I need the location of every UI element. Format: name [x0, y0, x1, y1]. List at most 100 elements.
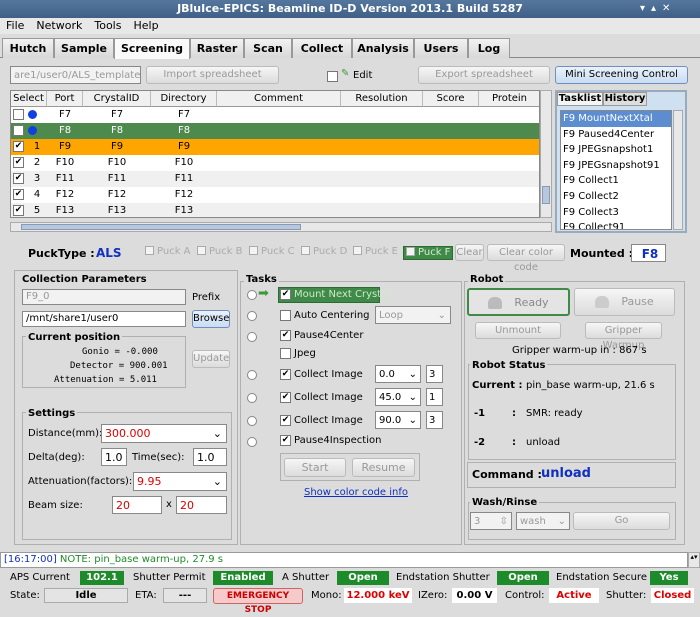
col-comment[interactable]: Comment: [217, 91, 341, 107]
log-scrollbar[interactable]: ▴▾: [688, 552, 700, 568]
select-checkbox[interactable]: ✔: [13, 205, 24, 216]
collect-checkbox[interactable]: ✔: [280, 369, 291, 380]
time-field[interactable]: 1.0: [193, 448, 227, 466]
menu-network[interactable]: Network: [30, 18, 88, 34]
tasklist-scrollbar[interactable]: [673, 110, 683, 230]
table-row[interactable]: ✔ 5 F13 F13 F13: [11, 203, 539, 217]
menu-help[interactable]: Help: [127, 18, 164, 34]
table-row[interactable]: ✔ 4 F12 F12 F12: [11, 187, 539, 203]
collect-angle-select[interactable]: 45.0 ⌄: [375, 388, 421, 406]
tasklist-item[interactable]: F9 JPEGsnapshot91: [561, 158, 671, 174]
mount-radio[interactable]: [247, 290, 257, 300]
delta-field[interactable]: 1.0: [101, 448, 127, 466]
tasklist-item[interactable]: F9 Collect3: [561, 205, 671, 221]
select-checkbox[interactable]: ✔: [13, 157, 24, 168]
table-row[interactable]: ✔ 1 F9 F9 F9: [11, 139, 539, 155]
spreadsheet-path-field[interactable]: are1/user0/ALS_template.xls: [10, 66, 141, 84]
collect-checkbox[interactable]: ✔: [280, 415, 291, 426]
pause4inspection-radio[interactable]: [247, 437, 257, 447]
tasklist-item[interactable]: F9 Paused4Center: [561, 127, 671, 143]
collect-count-spinner[interactable]: 3: [426, 411, 443, 429]
collect-radio[interactable]: [247, 370, 257, 380]
collect-count-spinner[interactable]: 3: [426, 365, 443, 383]
col-port[interactable]: Port: [47, 91, 83, 107]
tab-collect[interactable]: Collect: [292, 38, 352, 58]
puck-f-checkbox[interactable]: Puck F: [403, 246, 454, 260]
edit-checkbox[interactable]: [327, 71, 338, 82]
select-checkbox[interactable]: ✔: [13, 189, 24, 200]
select-checkbox[interactable]: ✔: [13, 141, 24, 152]
start-button[interactable]: Start: [284, 458, 346, 477]
tasklist-item[interactable]: F9 Collect1: [561, 173, 671, 189]
col-directory[interactable]: Directory: [151, 91, 217, 107]
tab-log[interactable]: Log: [468, 38, 510, 58]
collect-angle-select[interactable]: 90.0 ⌄: [375, 411, 421, 429]
wash-count-spinner[interactable]: 3 ⇳: [470, 512, 512, 530]
col-select[interactable]: Select: [11, 91, 47, 107]
gripper-warmup-button[interactable]: Gripper Warmup: [585, 322, 662, 351]
go-button[interactable]: Go: [573, 512, 670, 530]
collect-angle-select[interactable]: 0.0 ⌄: [375, 365, 421, 383]
table-row[interactable]: ✔ 2 F10 F10 F10: [11, 155, 539, 171]
mini-screening-control-button[interactable]: Mini Screening Control: [555, 66, 688, 84]
import-spreadsheet-button[interactable]: Import spreadsheet: [146, 66, 279, 84]
resume-button[interactable]: Resume: [352, 458, 415, 477]
puck-b-checkbox[interactable]: Puck B: [195, 246, 245, 260]
beam-y-field[interactable]: 20: [176, 496, 227, 514]
tab-raster[interactable]: Raster: [190, 38, 244, 58]
tasklist-item[interactable]: F9 Collect2: [561, 189, 671, 205]
select-checkbox[interactable]: [13, 125, 24, 136]
attenuation-field[interactable]: 9.95 ⌄: [133, 472, 227, 491]
collect-radio[interactable]: [247, 416, 257, 426]
clear-color-code-button[interactable]: Clear color code: [487, 244, 565, 273]
puck-d-checkbox[interactable]: Puck D: [299, 246, 349, 260]
tab-users[interactable]: Users: [414, 38, 468, 58]
tab-tasklist[interactable]: Tasklist: [557, 92, 603, 106]
tab-history[interactable]: History: [603, 92, 647, 106]
beam-x-field[interactable]: 20: [112, 496, 162, 514]
table-vscrollbar[interactable]: [540, 90, 552, 218]
loop-select[interactable]: Loop ⌄: [375, 306, 451, 324]
unmount-button[interactable]: Unmount: [475, 322, 561, 339]
pause4center-checkbox[interactable]: ✔: [280, 330, 291, 341]
export-spreadsheet-button[interactable]: Export spreadsheet: [418, 66, 550, 84]
tasklist-item[interactable]: F9 MountNextXtal: [561, 111, 671, 127]
tab-sample[interactable]: Sample: [54, 38, 114, 58]
mount-checkbox[interactable]: ✔: [280, 289, 291, 300]
ready-button[interactable]: Ready: [467, 288, 570, 316]
pause4center-radio[interactable]: [247, 332, 257, 342]
pause-button[interactable]: Pause: [574, 288, 675, 316]
tab-scan[interactable]: Scan: [244, 38, 292, 58]
menu-file[interactable]: File: [0, 18, 30, 34]
emergency-stop-button[interactable]: EMERGENCY STOP: [213, 588, 303, 615]
tab-hutch[interactable]: Hutch: [2, 38, 54, 58]
tab-screening[interactable]: Screening: [114, 38, 190, 59]
select-checkbox[interactable]: ✔: [13, 173, 24, 184]
window-controls[interactable]: ▾▴✕: [640, 3, 696, 15]
pause4inspection-checkbox[interactable]: ✔: [280, 435, 291, 446]
show-color-code-link[interactable]: Show color code info: [304, 487, 408, 498]
select-checkbox[interactable]: [13, 109, 24, 120]
puck-c-checkbox[interactable]: Puck C: [247, 246, 297, 260]
collect-count-spinner[interactable]: 1: [426, 388, 443, 406]
puck-a-checkbox[interactable]: Puck A: [143, 246, 193, 260]
col-resolution[interactable]: Resolution: [341, 91, 423, 107]
autocenter-checkbox[interactable]: [280, 310, 291, 321]
update-button[interactable]: Update: [192, 350, 230, 368]
collect-radio[interactable]: [247, 393, 257, 403]
clear-button[interactable]: Clear: [455, 244, 484, 261]
autocenter-radio[interactable]: [247, 311, 257, 321]
table-row[interactable]: F7 F7 F7: [11, 107, 539, 123]
col-score[interactable]: Score: [423, 91, 479, 107]
distance-field[interactable]: 300.000 ⌄: [101, 424, 227, 443]
col-crystalid[interactable]: CrystalID: [83, 91, 151, 107]
directory-field[interactable]: /mnt/share1/user0: [22, 311, 186, 327]
menu-tools[interactable]: Tools: [88, 18, 127, 34]
browse-button[interactable]: Browse: [192, 310, 230, 328]
col-protein[interactable]: Protein: [479, 91, 539, 107]
table-row[interactable]: F8 F8 F8: [11, 123, 539, 139]
puck-e-checkbox[interactable]: Puck E: [351, 246, 400, 260]
wash-mode-select[interactable]: wash ⌄: [516, 512, 570, 530]
tasklist-item[interactable]: F9 JPEGsnapshot1: [561, 142, 671, 158]
tab-analysis[interactable]: Analysis: [352, 38, 414, 58]
